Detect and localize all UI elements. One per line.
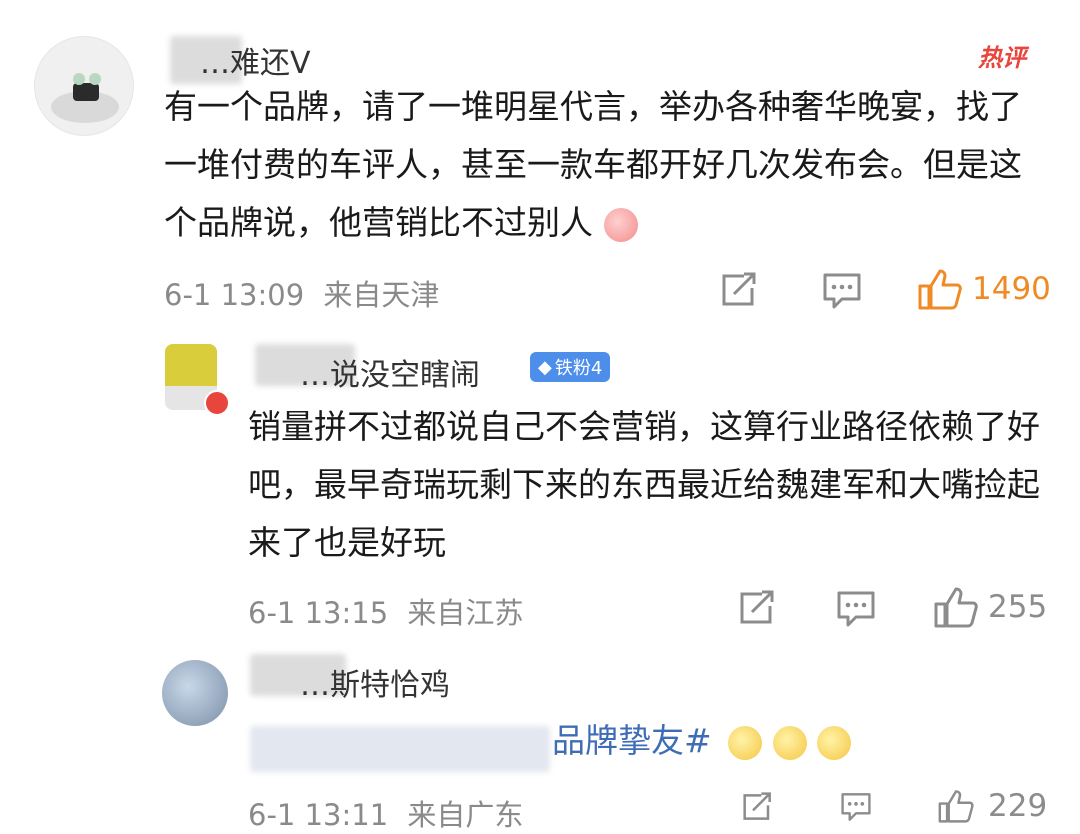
reply-hashtag[interactable]: 品牌挚友# [552, 721, 712, 760]
comment-icon [837, 591, 875, 627]
reply-meta: 6-1 13:11 来自广东 [248, 792, 523, 834]
reply-username[interactable]: …斯特恰鸡 [300, 660, 450, 704]
comment-icon [823, 273, 861, 309]
avatar-illustration-icon [51, 73, 119, 123]
reply-time: 6-1 13:11 [248, 798, 389, 832]
share-icon [743, 792, 771, 820]
diamond-icon: ◆ [538, 356, 552, 378]
comment-text: 有一个品牌，请了一堆明星代言，举办各种奢华晚宴，找了一堆付费的车评人，甚至一款车… [164, 87, 1022, 242]
reply-location: 来自江苏 [407, 596, 524, 630]
crying-laugh-emoji-icon [817, 725, 852, 760]
reply-button[interactable] [836, 590, 876, 628]
like-button[interactable]: 255 [934, 586, 1047, 628]
reply-button[interactable] [836, 792, 876, 822]
like-count: 255 [988, 589, 1048, 625]
share-icon [740, 590, 774, 624]
like-button[interactable]: 229 [934, 788, 1047, 824]
crying-laugh-emoji-icon [772, 725, 807, 760]
reply-button[interactable] [822, 272, 862, 310]
share-icon [722, 272, 756, 306]
reply-time: 6-1 13:15 [248, 596, 389, 630]
thumbs-up-icon [938, 790, 974, 823]
reply-location: 来自广东 [407, 798, 524, 832]
avatar[interactable] [34, 36, 134, 136]
reply-avatar[interactable] [162, 660, 228, 726]
comment-time: 6-1 13:09 [164, 278, 305, 312]
fan-badge: ◆ 铁粉4 [530, 352, 611, 382]
like-count: 1490 [972, 271, 1051, 307]
like-button[interactable]: 1490 [918, 268, 1051, 310]
comment-location: 来自天津 [323, 278, 440, 312]
share-button[interactable] [738, 792, 778, 822]
like-count: 229 [988, 788, 1048, 824]
hot-comment-label: 热评 [978, 44, 1026, 72]
laugh-emoji-icon [603, 207, 638, 242]
comment-meta: 6-1 13:09 来自天津 [164, 272, 439, 314]
text-blur [250, 726, 550, 772]
reply-text: 品牌挚友# [552, 716, 852, 766]
reply-meta: 6-1 13:15 来自江苏 [248, 590, 523, 632]
share-button[interactable] [720, 272, 760, 308]
verified-dot-icon [204, 390, 230, 416]
comment-icon [841, 793, 871, 821]
comment-username[interactable]: …难还V [200, 38, 311, 82]
reply-text: 销量拼不过都说自己不会营销，这算行业路径依赖了好吧，最早奇瑞玩剩下来的东西最近给… [248, 407, 1040, 562]
thumbs-up-icon [934, 587, 978, 628]
fan-badge-label: 铁粉4 [554, 358, 603, 379]
share-button[interactable] [738, 590, 778, 626]
reply-username[interactable]: …说没空瞎闹 [300, 350, 480, 394]
crying-laugh-emoji-icon [728, 725, 763, 760]
thumbs-up-icon [918, 269, 962, 310]
